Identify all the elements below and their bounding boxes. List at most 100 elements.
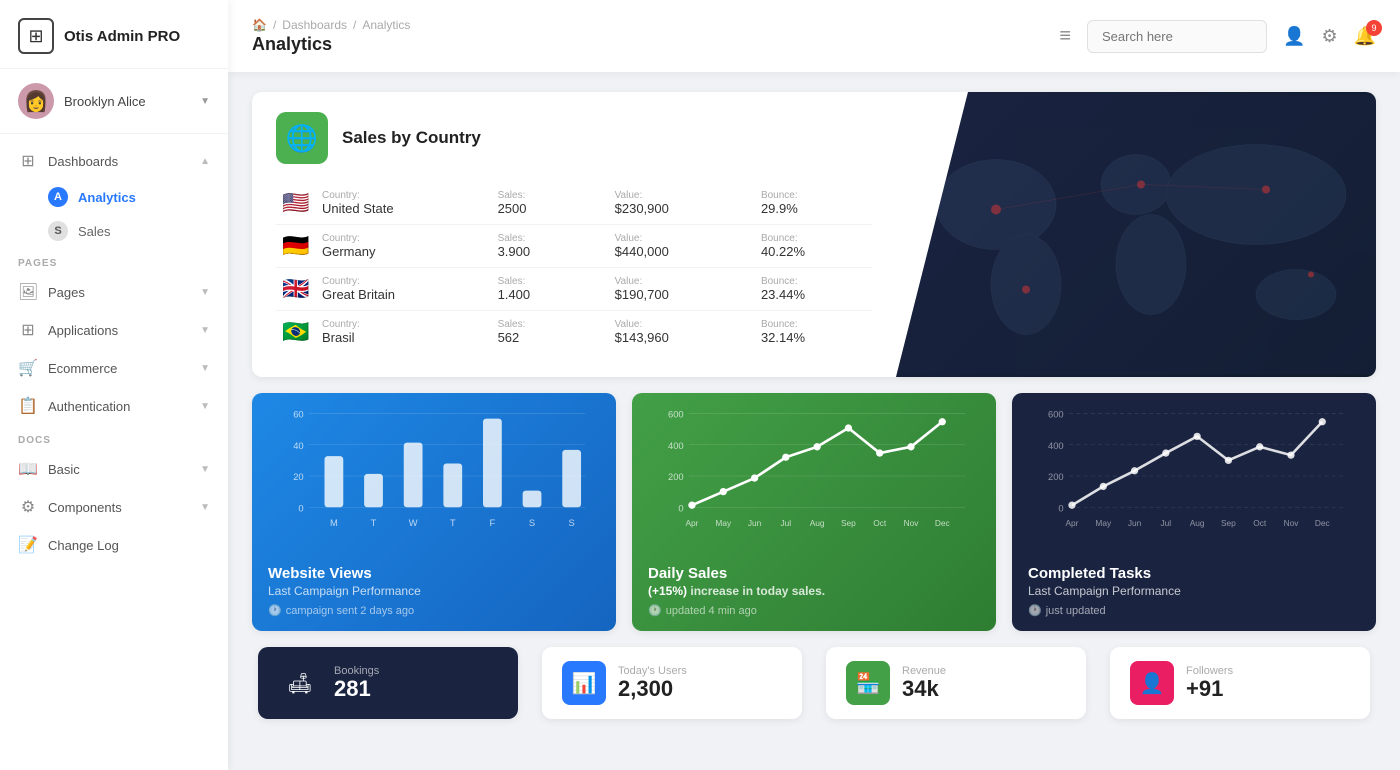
user-profile-icon[interactable]: 👤	[1283, 26, 1305, 47]
daily-sales-info: Daily Sales (+15%) increase in today sal…	[632, 553, 996, 631]
country-flag: 🇧🇷	[282, 319, 309, 344]
daily-sales-card: 600 400 200 0	[632, 393, 996, 631]
value-amount: $143,960	[615, 330, 749, 345]
applications-icon: ⊞	[18, 320, 38, 340]
sidebar-item-components[interactable]: ⚙ Components ▼	[0, 488, 228, 526]
svg-text:Dec: Dec	[1315, 518, 1330, 528]
website-views-info: Website Views Last Campaign Performance …	[252, 553, 616, 631]
bounce-rate: 40.22%	[761, 244, 866, 259]
table-row: 🇩🇪 Country: Germany Sales: 3.900 Value: …	[276, 225, 872, 268]
svg-text:Sep: Sep	[1221, 518, 1236, 528]
svg-text:Oct: Oct	[873, 518, 887, 528]
svg-text:Jul: Jul	[781, 518, 792, 528]
changelog-label: Change Log	[48, 538, 210, 553]
bar-chart-svg: 60 40 20 0 M T	[264, 403, 604, 549]
sales-value: 1.400	[498, 287, 603, 302]
clock-icon3: 🕐	[1028, 604, 1042, 617]
daily-sales-title: Daily Sales	[648, 565, 980, 582]
sidebar-user[interactable]: 👩 Brooklyn Alice ▼	[0, 69, 228, 134]
svg-text:M: M	[330, 518, 338, 528]
value-label: Value:	[615, 233, 749, 244]
bounce-rate: 23.44%	[761, 287, 866, 302]
card-header: 🌐 Sales by Country	[276, 112, 872, 164]
followers-value: +91	[1186, 677, 1233, 701]
country-name: Germany	[322, 244, 486, 259]
settings-icon[interactable]: ⚙	[1321, 26, 1337, 47]
daily-sales-footer: 🕐 updated 4 min ago	[648, 604, 980, 617]
sales-sub-letter: S	[48, 221, 68, 241]
sidebar-item-changelog[interactable]: 📝 Change Log	[0, 526, 228, 564]
svg-text:Apr: Apr	[1066, 518, 1079, 528]
sidebar-item-pages[interactable]: 🖼 Pages ▼	[0, 273, 228, 311]
sidebar-item-authentication[interactable]: 📋 Authentication ▼	[0, 387, 228, 425]
svg-text:Jul: Jul	[1161, 518, 1172, 528]
bookings-info: Bookings 281	[334, 665, 379, 701]
daily-sales-badge: (+15%)	[648, 584, 687, 598]
sales-label: Sales:	[498, 190, 603, 201]
breadcrumb-analytics: Analytics	[362, 18, 410, 32]
svg-text:0: 0	[1058, 503, 1063, 513]
svg-text:Sep: Sep	[841, 518, 856, 528]
daily-sales-subtitle-text: increase in today sales.	[690, 584, 825, 598]
applications-chevron-icon: ▼	[200, 325, 210, 336]
stat-users: 📊 Today's Users 2,300	[542, 647, 802, 719]
clock-icon: 🕐	[268, 604, 282, 617]
svg-text:Jun: Jun	[748, 518, 762, 528]
country-label: Country:	[322, 190, 486, 201]
sales-by-country-card: 🌐 Sales by Country 🇺🇸 Country: United St…	[252, 92, 1376, 377]
stat-revenue: 🏪 Revenue 34k	[826, 647, 1086, 719]
revenue-info: Revenue 34k	[902, 665, 946, 701]
breadcrumb-dashboards: Dashboards	[282, 18, 347, 32]
world-map-svg	[896, 92, 1376, 377]
sidebar-item-ecommerce[interactable]: 🛒 Ecommerce ▼	[0, 349, 228, 387]
svg-text:S: S	[529, 518, 535, 528]
country-flag: 🇺🇸	[282, 190, 309, 215]
menu-icon[interactable]: ≡	[1059, 25, 1071, 48]
breadcrumb-path: 🏠 / Dashboards / Analytics	[252, 18, 1043, 32]
basic-chevron-icon: ▼	[200, 464, 210, 475]
users-info: Today's Users 2,300	[618, 665, 687, 701]
value-label: Value:	[615, 319, 749, 330]
breadcrumb: 🏠 / Dashboards / Analytics Analytics	[252, 18, 1043, 55]
bounce-label: Bounce:	[761, 276, 866, 287]
svg-text:S: S	[569, 518, 575, 528]
user-chevron-icon: ▼	[200, 96, 210, 107]
sidebar-item-dashboards[interactable]: ⊞ Dashboards ▲	[0, 142, 228, 180]
country-table: 🇺🇸 Country: United State Sales: 2500 Val…	[276, 182, 872, 353]
components-label: Components	[48, 500, 190, 515]
notification-badge: 9	[1366, 20, 1382, 36]
sales-country-table: 🌐 Sales by Country 🇺🇸 Country: United St…	[252, 92, 896, 377]
value-label: Value:	[615, 190, 749, 201]
country-label: Country:	[322, 276, 486, 287]
table-row: 🇧🇷 Country: Brasil Sales: 562 Value: $14…	[276, 311, 872, 354]
svg-text:400: 400	[668, 441, 684, 451]
sales-label: Sales:	[498, 233, 603, 244]
sidebar-item-basic[interactable]: 📖 Basic ▼	[0, 450, 228, 488]
bounce-label: Bounce:	[761, 319, 866, 330]
svg-text:F: F	[490, 518, 496, 528]
sidebar-nav: ⊞ Dashboards ▲ A Analytics S Sales PAGES…	[0, 134, 228, 770]
sidebar: ⊞ Otis Admin PRO 👩 Brooklyn Alice ▼ ⊞ Da…	[0, 0, 228, 770]
svg-text:Aug: Aug	[810, 518, 825, 528]
svg-text:Jun: Jun	[1128, 518, 1142, 528]
ecommerce-icon: 🛒	[18, 358, 38, 378]
svg-text:40: 40	[293, 441, 303, 451]
bounce-rate: 32.14%	[761, 330, 866, 345]
svg-text:400: 400	[1048, 441, 1064, 451]
country-name: United State	[322, 201, 486, 216]
sales-value: 3.900	[498, 244, 603, 259]
completed-tasks-info: Completed Tasks Last Campaign Performanc…	[1012, 553, 1376, 631]
sidebar-item-analytics[interactable]: A Analytics	[0, 180, 228, 214]
search-input[interactable]	[1087, 20, 1267, 53]
charts-row: 60 40 20 0 M T	[252, 393, 1376, 631]
sidebar-item-applications[interactable]: ⊞ Applications ▼	[0, 311, 228, 349]
sidebar-logo: ⊞ Otis Admin PRO	[0, 0, 228, 69]
completed-tasks-subtitle: Last Campaign Performance	[1028, 584, 1360, 598]
svg-text:Aug: Aug	[1190, 518, 1205, 528]
notification-bell[interactable]: 🔔 9	[1354, 26, 1376, 47]
logo-icon: ⊞	[18, 18, 54, 54]
svg-text:W: W	[409, 518, 418, 528]
sidebar-item-sales[interactable]: S Sales	[0, 214, 228, 248]
completed-tasks-title: Completed Tasks	[1028, 565, 1360, 582]
svg-text:May: May	[1095, 518, 1112, 528]
